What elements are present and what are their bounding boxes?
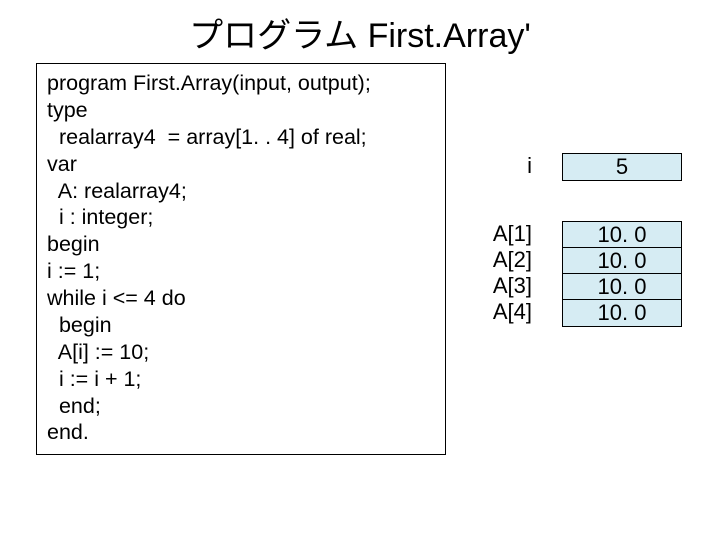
var-a-value: 10. 0 xyxy=(563,222,681,248)
var-i-value-box: 5 xyxy=(562,153,682,181)
var-a-value-box: 10. 0 10. 0 10. 0 10. 0 xyxy=(562,221,682,327)
code-line: while i <= 4 do xyxy=(47,286,186,310)
var-a-row: A[1] A[2] A[3] A[4] 10. 0 10. 0 10. 0 10… xyxy=(474,221,682,327)
code-line: type xyxy=(47,98,88,122)
code-line: end; xyxy=(47,394,101,418)
code-listing: program First.Array(input, output); type… xyxy=(36,63,446,455)
var-a-label: A[2] xyxy=(474,247,532,273)
content-area: program First.Array(input, output); type… xyxy=(0,63,720,455)
var-a-value: 10. 0 xyxy=(563,248,681,274)
code-line: realarray4 = array[1. . 4] of real; xyxy=(47,125,367,149)
code-line: begin xyxy=(47,313,112,337)
code-line: A[i] := 10; xyxy=(47,340,149,364)
variable-state-panel: i 5 A[1] A[2] A[3] A[4] 10. 0 10. 0 10. … xyxy=(474,63,682,367)
var-a-value: 10. 0 xyxy=(563,300,681,326)
code-line: begin xyxy=(47,232,100,256)
code-line: end. xyxy=(47,420,89,444)
code-line: i : integer; xyxy=(47,205,153,229)
code-line: A: realarray4; xyxy=(47,179,187,203)
page-title: プログラム First.Array' xyxy=(0,0,720,63)
var-i-row: i 5 xyxy=(474,153,682,181)
var-a-label: A[3] xyxy=(474,273,532,299)
code-line: i := 1; xyxy=(47,259,100,283)
var-i-label: i xyxy=(474,153,532,179)
var-i-value: 5 xyxy=(563,154,681,180)
var-a-label: A[4] xyxy=(474,299,532,325)
var-a-value: 10. 0 xyxy=(563,274,681,300)
code-line: program First.Array(input, output); xyxy=(47,71,371,95)
var-i-label-col: i xyxy=(474,153,536,179)
code-line: var xyxy=(47,152,77,176)
var-a-label: A[1] xyxy=(474,221,532,247)
code-line: i := i + 1; xyxy=(47,367,141,391)
var-a-label-col: A[1] A[2] A[3] A[4] xyxy=(474,221,536,325)
